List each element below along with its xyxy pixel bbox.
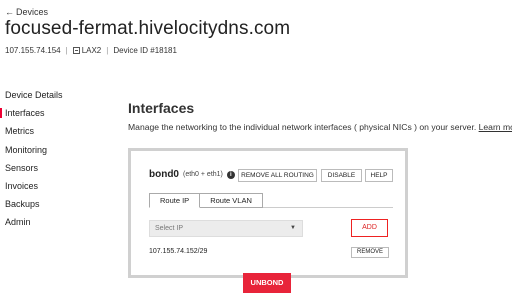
sidebar-item-interfaces[interactable]: Interfaces <box>0 104 110 122</box>
help-button[interactable]: HELP <box>365 169 393 182</box>
disable-button[interactable]: DISABLE <box>321 169 362 182</box>
remove-all-routing-button[interactable]: REMOVE ALL ROUTING <box>238 169 317 182</box>
routed-ip: 107.155.74.152/29 <box>149 248 208 255</box>
bond-name: bond0 <box>149 169 179 180</box>
device-location: LAX2 <box>72 46 102 55</box>
back-link-label: Devices <box>16 7 49 17</box>
meta-separator: | <box>65 46 68 55</box>
select-ip-placeholder: Select IP <box>155 225 184 232</box>
unbond-button[interactable]: UNBOND <box>243 273 291 293</box>
select-ip-dropdown[interactable]: Select IP ▼ <box>149 220 303 237</box>
remove-button[interactable]: REMOVE <box>351 247 389 258</box>
learn-more-link[interactable]: Learn more. <box>479 122 512 132</box>
location-label: LAX2 <box>81 46 102 55</box>
back-to-devices-link[interactable]: ← Devices <box>5 7 48 17</box>
sidebar-nav: Device Details Interfaces Metrics Monito… <box>0 86 110 232</box>
bond-header: bond0 (eth0 + eth1) i <box>149 169 235 180</box>
sidebar-item-device-details[interactable]: Device Details <box>0 86 110 104</box>
meta-separator: | <box>106 46 109 55</box>
sidebar-item-backups[interactable]: Backups <box>0 195 110 213</box>
back-arrow-icon: ← <box>5 7 14 17</box>
bond-members: (eth0 + eth1) <box>183 171 223 178</box>
datacenter-icon <box>72 47 80 54</box>
section-title: Interfaces <box>128 100 195 116</box>
sidebar-item-metrics[interactable]: Metrics <box>0 122 110 140</box>
add-button[interactable]: ADD <box>351 219 388 237</box>
page-title: focused-fermat.hivelocitydns.com <box>5 18 291 39</box>
info-icon[interactable]: i <box>226 170 235 179</box>
sidebar-item-admin[interactable]: Admin <box>0 213 110 231</box>
device-meta: 107.155.74.154 | LAX2 | Device ID #18181 <box>5 46 177 55</box>
description-text: Manage the networking to the individual … <box>128 122 477 132</box>
bond-panel: bond0 (eth0 + eth1) i REMOVE ALL ROUTING… <box>128 148 408 278</box>
sidebar-item-invoices[interactable]: Invoices <box>0 177 110 195</box>
sidebar-item-sensors[interactable]: Sensors <box>0 159 110 177</box>
tab-route-ip[interactable]: Route IP <box>149 193 201 208</box>
route-tabs: Route IP Route VLAN <box>149 193 263 208</box>
tab-route-vlan[interactable]: Route VLAN <box>200 193 263 208</box>
device-id: Device ID #18181 <box>113 46 177 55</box>
chevron-down-icon: ▼ <box>290 225 296 231</box>
sidebar-item-monitoring[interactable]: Monitoring <box>0 141 110 159</box>
device-ip: 107.155.74.154 <box>5 46 61 55</box>
section-description: Manage the networking to the individual … <box>128 122 512 132</box>
